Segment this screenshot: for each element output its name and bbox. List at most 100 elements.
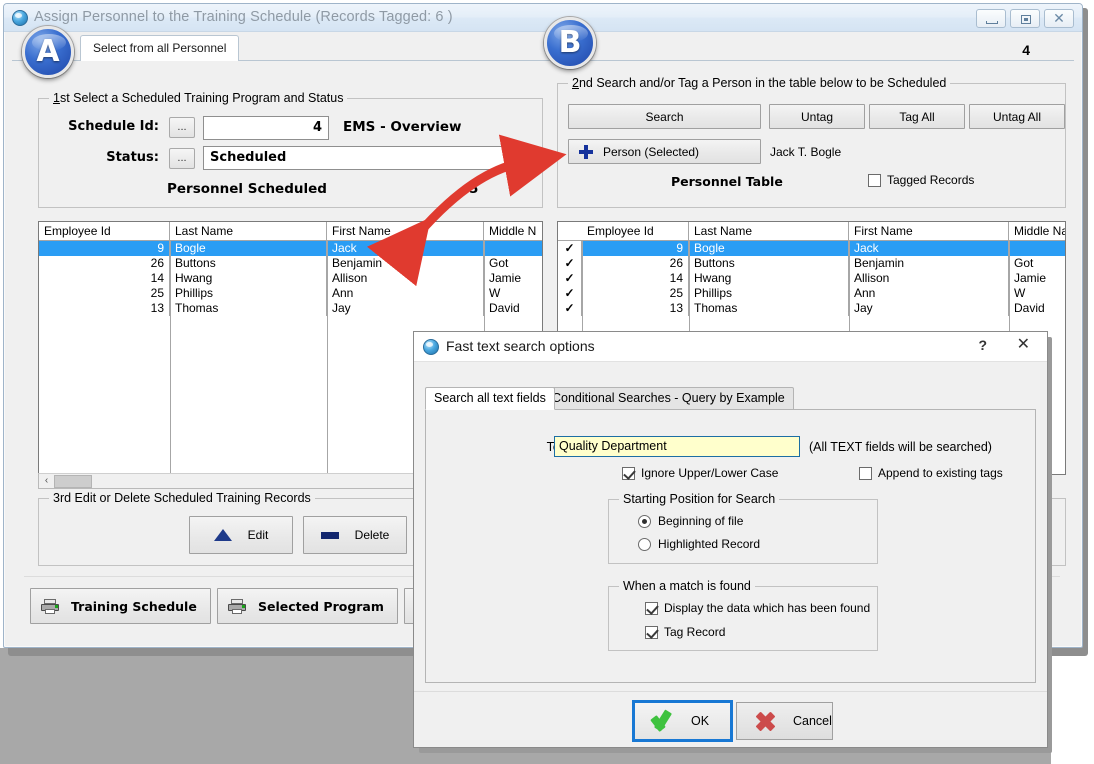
- table-row[interactable]: 9 Bogle Jack: [39, 241, 542, 256]
- printer-icon: [228, 599, 246, 614]
- cell-first-name: Ann: [327, 286, 484, 301]
- table-row[interactable]: 13 Thomas Jay David: [39, 301, 542, 316]
- schedule-id-browse-button[interactable]: ...: [169, 117, 195, 138]
- tag-check-icon[interactable]: ✓: [558, 256, 582, 271]
- search-text-input[interactable]: Quality Department: [554, 436, 800, 457]
- dialog-app-icon: [423, 339, 439, 355]
- edit-button[interactable]: Edit: [189, 516, 293, 554]
- untag-all-button[interactable]: Untag All: [969, 104, 1065, 129]
- radio-highlighted-record-dot: [638, 538, 651, 551]
- cell-middle-name: David: [1009, 301, 1065, 316]
- cell-employee-id: 25: [582, 286, 689, 301]
- minus-icon: [321, 532, 339, 539]
- tag-record-box: [645, 626, 658, 639]
- ok-button-label: OK: [691, 714, 709, 728]
- cell-employee-id: 26: [39, 256, 170, 271]
- grid-header-row: Employee Id Last Name First Name Middle …: [558, 222, 1065, 241]
- table-row[interactable]: 14 Hwang Allison Jamie: [39, 271, 542, 286]
- status-input[interactable]: Scheduled: [203, 146, 534, 170]
- print-selected-program-button[interactable]: Selected Program: [217, 588, 398, 624]
- tag-check-icon[interactable]: ✓: [558, 241, 582, 256]
- label-status: Status:: [49, 150, 159, 165]
- dialog-body: Search all text fields Conditional Searc…: [414, 362, 1047, 691]
- group-when-match-found: When a match is found Display the data w…: [608, 586, 878, 651]
- untag-all-button-label: Untag All: [993, 110, 1041, 124]
- cell-middle-name: David: [484, 301, 542, 316]
- cell-employee-id: 14: [39, 271, 170, 286]
- tagged-records-label: Tagged Records: [887, 173, 974, 187]
- legend-text-2: nd Search and/or Tag a Person in the tab…: [579, 76, 946, 90]
- cancel-button-label: Cancel: [793, 714, 832, 728]
- cell-last-name: Hwang: [689, 271, 849, 286]
- cell-first-name: Allison: [327, 271, 484, 286]
- dialog-tabs: Search all text fields Conditional Searc…: [425, 387, 1036, 410]
- tab-search-all-text-fields[interactable]: Search all text fields: [425, 387, 555, 410]
- cell-last-name: Thomas: [689, 301, 849, 316]
- radio-highlighted-record-label: Highlighted Record: [658, 537, 760, 551]
- tag-check-icon[interactable]: ✓: [558, 286, 582, 301]
- scroll-thumb[interactable]: [54, 475, 92, 488]
- grid-col-divider: [170, 241, 171, 474]
- tag-check-icon[interactable]: ✓: [558, 271, 582, 286]
- close-icon: ✕: [1045, 10, 1073, 27]
- cell-employee-id: 25: [39, 286, 170, 301]
- row-selected-band: 9 Bogle Jack: [582, 241, 1065, 256]
- ok-button[interactable]: OK: [634, 702, 731, 740]
- legend-accel-2: 2: [572, 76, 579, 90]
- legend-text-1: st Select a Scheduled Training Program a…: [60, 91, 344, 105]
- cell-middle-name: Jamie: [1009, 271, 1065, 286]
- maximize-button[interactable]: [1010, 9, 1040, 28]
- window-title: Assign Personnel to the Training Schedul…: [34, 9, 453, 25]
- scroll-left-icon[interactable]: ‹: [39, 474, 54, 488]
- cell-employee-id: 26: [582, 256, 689, 271]
- tag-all-button[interactable]: Tag All: [869, 104, 965, 129]
- edit-button-label: Edit: [248, 528, 269, 542]
- tag-check-icon[interactable]: ✓: [558, 301, 582, 316]
- group-search-tag-legend: 2nd Search and/or Tag a Person in the ta…: [568, 76, 950, 90]
- untag-button[interactable]: Untag: [769, 104, 865, 129]
- cell-middle-name: W: [484, 286, 542, 301]
- cell-last-name: Buttons: [170, 256, 327, 271]
- schedule-id-input[interactable]: 4: [203, 116, 329, 140]
- table-row[interactable]: 26 Buttons Benjamin Got: [39, 256, 542, 271]
- radio-beginning-of-file-label: Beginning of file: [658, 514, 743, 528]
- print-training-schedule-button[interactable]: Training Schedule: [30, 588, 211, 624]
- ignore-case-checkbox[interactable]: Ignore Upper/Lower Case: [622, 466, 778, 480]
- table-row[interactable]: ✓ 14 Hwang Allison Jamie: [558, 271, 1065, 286]
- cell-middle-name: Got: [1009, 256, 1065, 271]
- dialog-close-icon[interactable]: ✕: [1017, 336, 1030, 353]
- table-row[interactable]: ✓ 13 Thomas Jay David: [558, 301, 1065, 316]
- help-icon[interactable]: ?: [978, 337, 987, 353]
- cancel-button[interactable]: Cancel: [736, 702, 833, 740]
- radio-highlighted-record[interactable]: Highlighted Record: [638, 537, 760, 551]
- cell-middle-name: Got: [484, 256, 542, 271]
- append-tags-checkbox[interactable]: Append to existing tags: [859, 466, 1003, 480]
- screen-root: Assign Personnel to the Training Schedul…: [0, 0, 1094, 764]
- cell-employee-id: 14: [582, 271, 689, 286]
- cell-employee-id: 9: [39, 241, 170, 256]
- tagged-records-checkbox[interactable]: Tagged Records: [868, 173, 974, 187]
- cell-first-name: Jay: [327, 301, 484, 316]
- close-button[interactable]: ✕: [1044, 9, 1074, 28]
- tag-record-checkbox[interactable]: Tag Record: [645, 625, 725, 639]
- col-middle-name: Middle Nar: [1009, 222, 1065, 240]
- radio-beginning-of-file[interactable]: Beginning of file: [638, 514, 743, 528]
- table-row[interactable]: 25 Phillips Ann W: [39, 286, 542, 301]
- delete-button[interactable]: Delete: [303, 516, 407, 554]
- status-browse-button[interactable]: ...: [169, 148, 195, 169]
- tab-select-from-all-personnel[interactable]: Select from all Personnel: [80, 35, 239, 62]
- table-row[interactable]: ✓ 9 Bogle Jack: [558, 241, 1065, 256]
- value-personnel-scheduled: 5: [469, 181, 478, 197]
- person-selected-button[interactable]: Person (Selected): [568, 139, 761, 164]
- display-found-data-checkbox[interactable]: Display the data which has been found: [645, 601, 870, 615]
- cell-first-name: Ann: [849, 286, 1009, 301]
- search-button[interactable]: Search: [568, 104, 761, 129]
- table-row[interactable]: ✓ 26 Buttons Benjamin Got: [558, 256, 1065, 271]
- table-row[interactable]: ✓ 25 Phillips Ann W: [558, 286, 1065, 301]
- tab-conditional-searches[interactable]: Conditional Searches - Query by Example: [543, 387, 794, 410]
- print-training-schedule-label: Training Schedule: [71, 599, 197, 614]
- minimize-button[interactable]: [976, 9, 1006, 28]
- tagged-records-box: [868, 174, 881, 187]
- group-when-match-found-legend: When a match is found: [619, 579, 755, 593]
- tag-record-label: Tag Record: [664, 625, 725, 639]
